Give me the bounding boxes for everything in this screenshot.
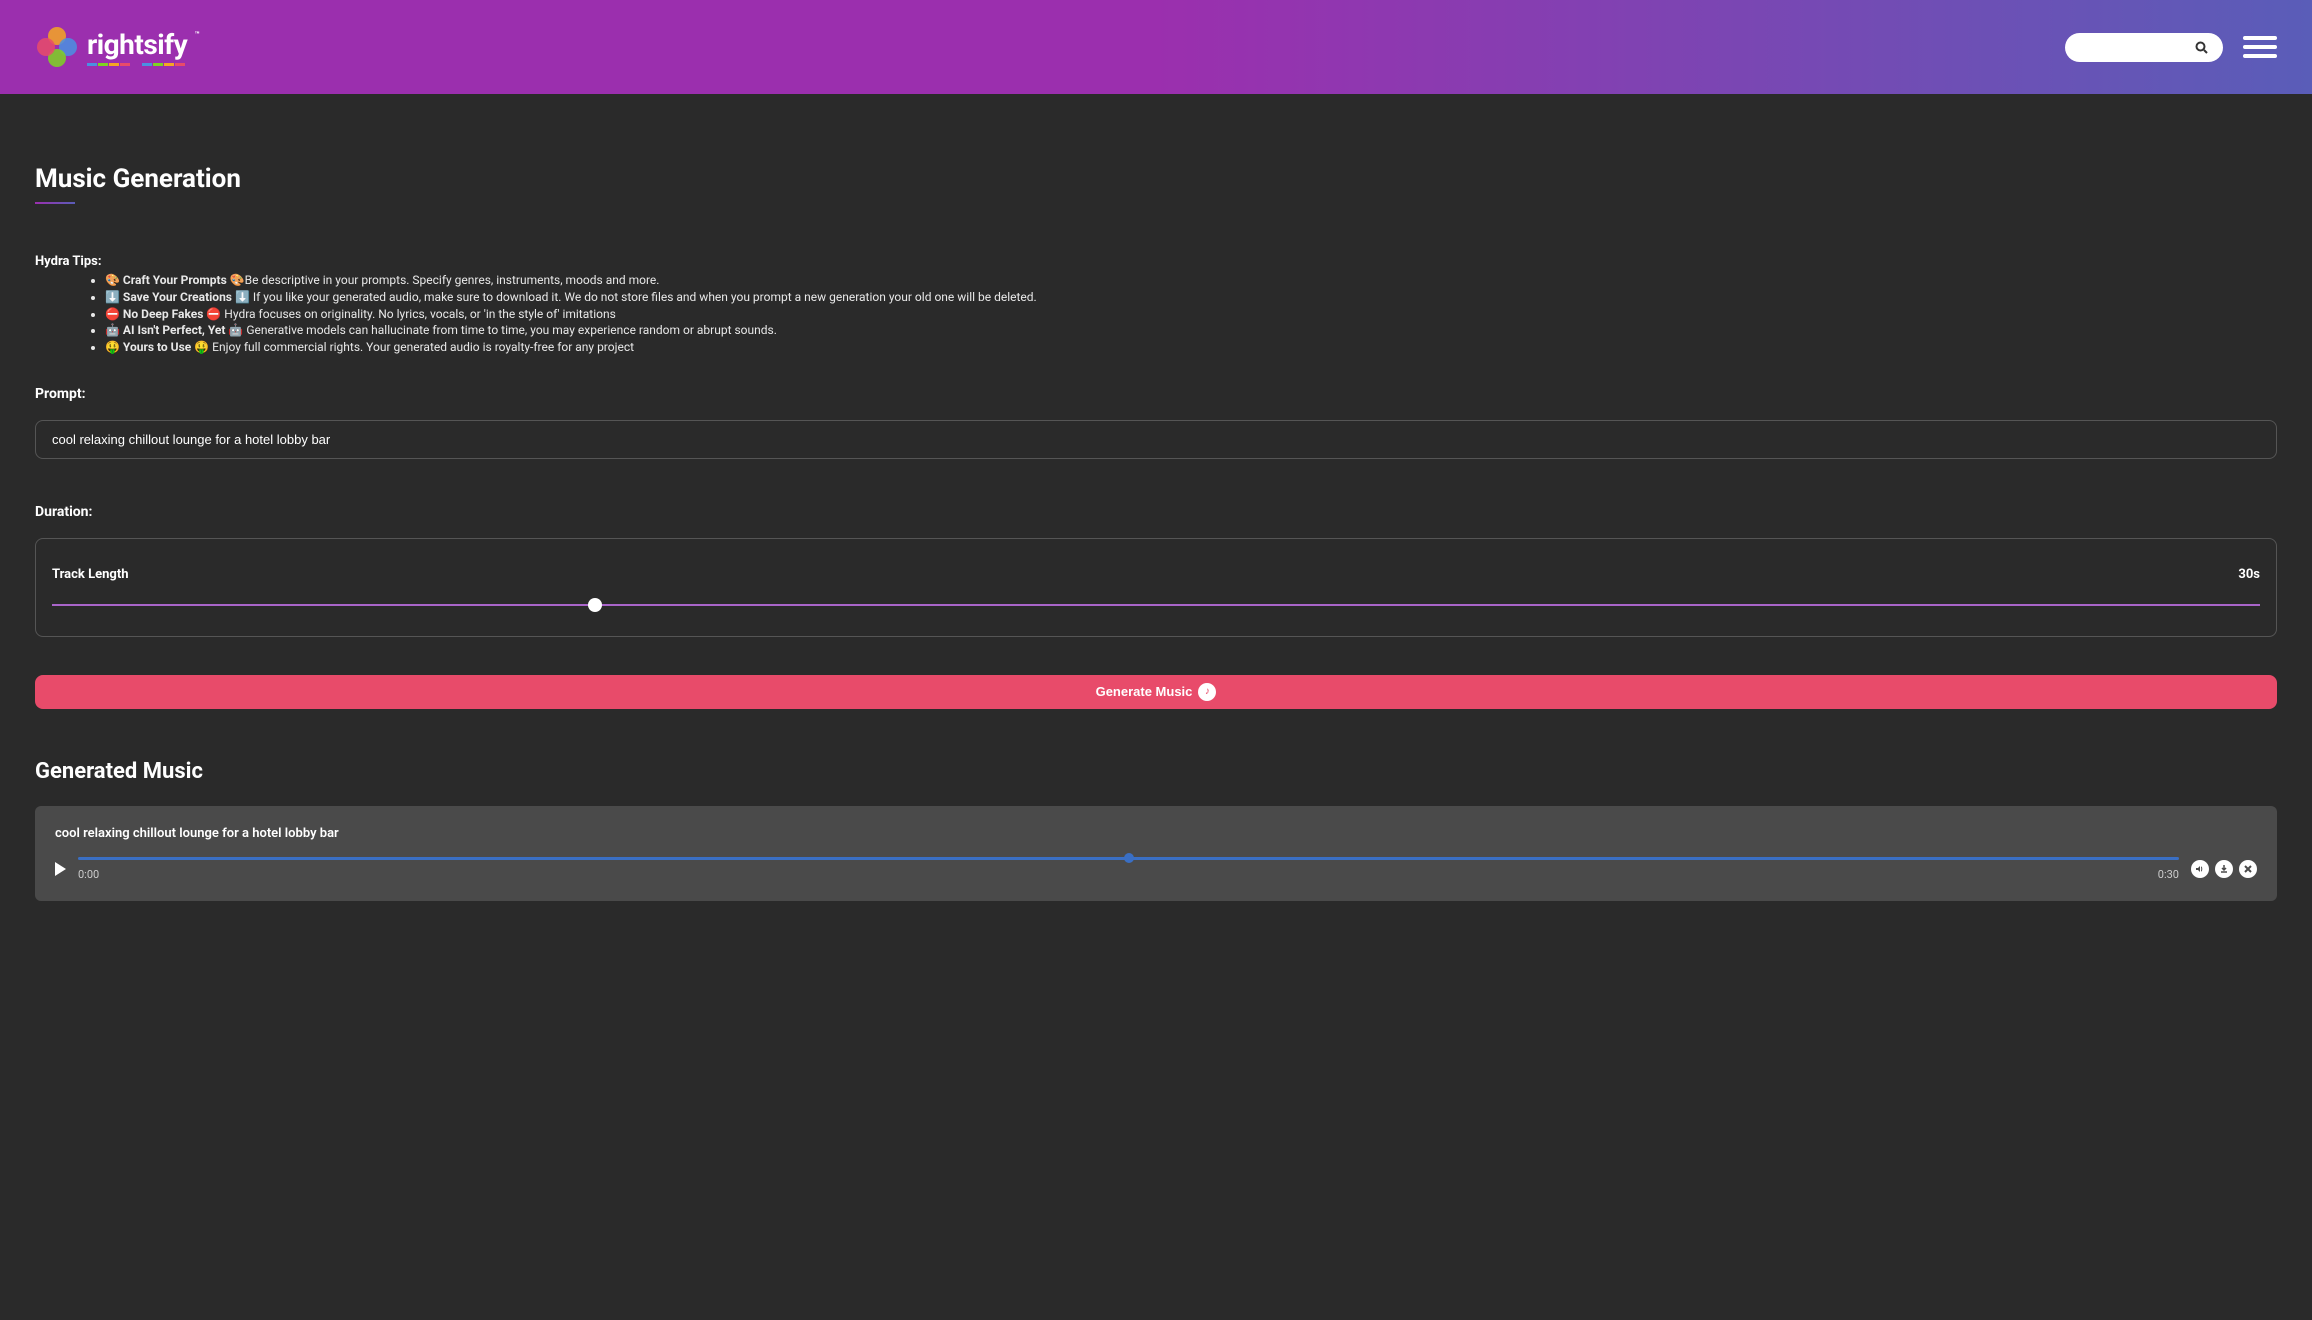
tip-item: 🤑 Yours to Use 🤑 Enjoy full commercial r… [105,339,2277,356]
tip-item: ⬇️ Save Your Creations ⬇️ If you like yo… [105,289,2277,306]
logo-text: rightsify™ [87,28,187,61]
progress-thumb[interactable] [1124,853,1134,863]
close-icon [2243,864,2253,874]
slider-thumb[interactable] [588,598,602,612]
generated-title: Generated Music [35,759,2277,784]
menu-button[interactable] [2243,36,2277,58]
current-time: 0:00 [78,868,99,881]
volume-button[interactable] [2191,860,2209,878]
tips-list: 🎨 Craft Your Prompts 🎨Be descriptive in … [35,272,2277,356]
logo-icon [35,25,79,69]
duration-box: Track Length 30s [35,538,2277,637]
player-track-title: cool relaxing chillout lounge for a hote… [55,826,2257,841]
logo[interactable]: rightsify™ [35,25,187,69]
music-note-icon: ♪ [1198,683,1216,701]
tip-item: 🤖 AI Isn't Perfect, Yet 🤖 Generative mod… [105,322,2277,339]
logo-color-bar [87,63,187,66]
generate-button[interactable]: Generate Music ♪ [35,675,2277,709]
duration-slider[interactable] [52,598,2260,612]
tips-title: Hydra Tips: [35,254,2277,269]
prompt-label: Prompt: [35,386,2277,402]
progress-bar[interactable] [78,857,2179,860]
search-box[interactable] [2065,33,2223,62]
prompt-input[interactable] [35,420,2277,459]
tip-item: ⛔ No Deep Fakes ⛔ Hydra focuses on origi… [105,306,2277,323]
page-title: Music Generation [35,164,2277,194]
title-underline [35,202,75,204]
volume-icon [2195,864,2205,874]
play-button[interactable] [55,862,66,876]
total-time: 0:30 [2158,868,2179,881]
search-icon [2195,41,2208,54]
track-length-label: Track Length [52,567,129,582]
download-button[interactable] [2215,860,2233,878]
app-header: rightsify™ [0,0,2312,94]
download-icon [2219,864,2229,874]
audio-player: cool relaxing chillout lounge for a hote… [35,806,2277,901]
tip-item: 🎨 Craft Your Prompts 🎨Be descriptive in … [105,272,2277,289]
track-length-value: 30s [2238,567,2260,582]
duration-label: Duration: [35,504,2277,520]
delete-button[interactable] [2239,860,2257,878]
